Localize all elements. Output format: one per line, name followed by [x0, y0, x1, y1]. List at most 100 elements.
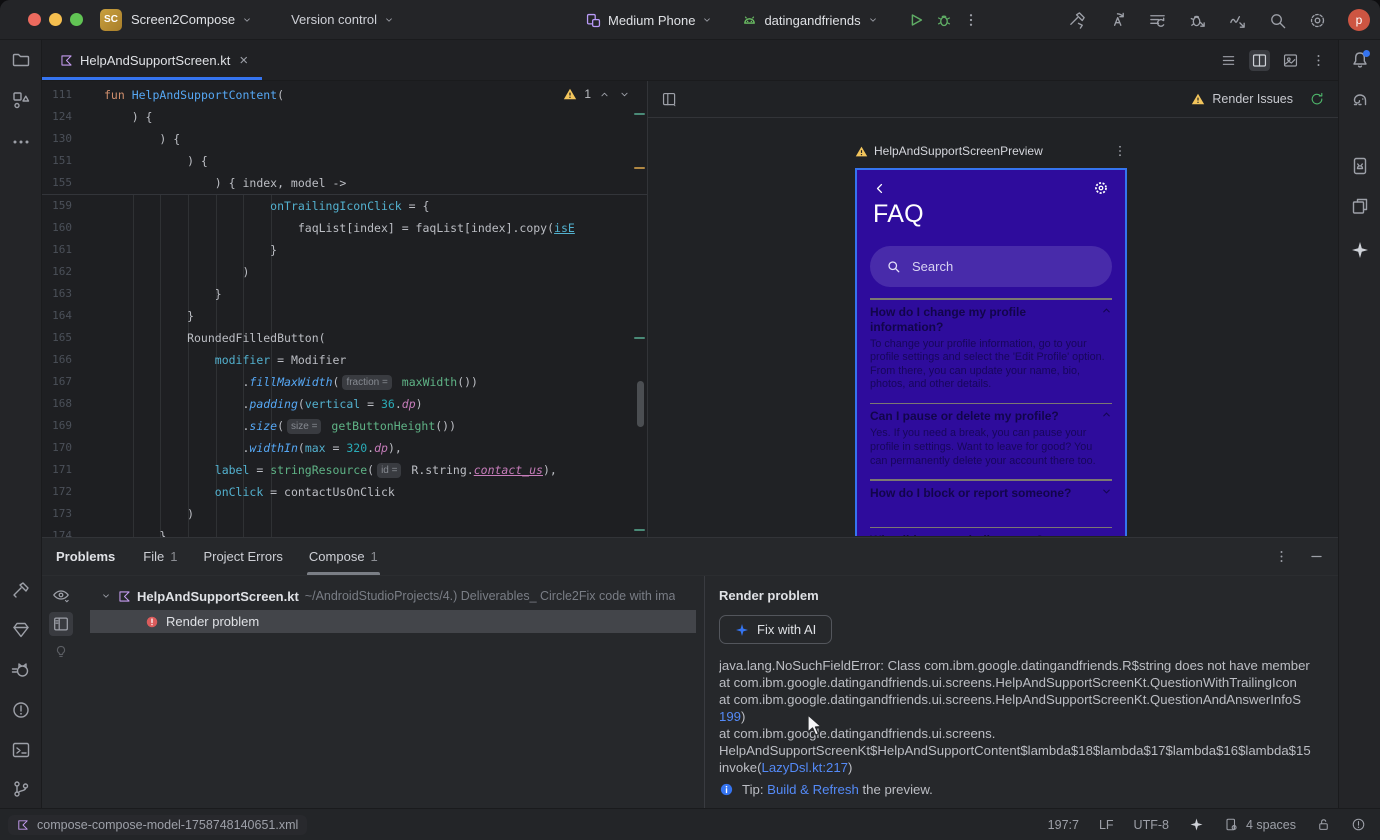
code-line[interactable]: 159 onTrailingIconClick = {: [42, 195, 647, 217]
view-options-eye-icon[interactable]: [52, 586, 70, 604]
notifications-button[interactable]: [1350, 50, 1370, 70]
device-manager-icon[interactable]: [1350, 156, 1370, 176]
editor-options-icon[interactable]: [1311, 53, 1326, 68]
debug-button[interactable]: [935, 11, 953, 29]
code-token: faqList[index] = faqList[index].copy(: [104, 221, 555, 235]
more-tool-windows-icon[interactable]: [11, 132, 31, 152]
file-encoding[interactable]: UTF-8: [1134, 818, 1169, 832]
tab-helpandsupportscreen[interactable]: HelpAndSupportScreen.kt ×: [42, 40, 263, 80]
code-token: ) { index, model ->: [104, 176, 347, 190]
problems-file-row[interactable]: HelpAndSupportScreen.kt ~/AndroidStudioP…: [80, 584, 704, 608]
code-token: onClick: [214, 485, 264, 499]
code-line[interactable]: 165 RoundedFilledButton(: [42, 327, 647, 349]
run-config-label: datingandfriends: [764, 12, 861, 28]
logcat-icon[interactable]: [11, 660, 31, 680]
vcs-menu[interactable]: Version control: [291, 12, 395, 27]
code-line[interactable]: 151 ) {: [42, 150, 647, 172]
resource-manager-icon[interactable]: [11, 90, 31, 110]
split-view-toggle[interactable]: [1249, 49, 1270, 71]
minimize-window-button[interactable]: [49, 13, 62, 26]
indent-widget[interactable]: 4 spaces: [1224, 817, 1296, 832]
render-problem-row[interactable]: Render problem: [90, 610, 696, 633]
rename-refactor-icon[interactable]: [1108, 11, 1127, 30]
caret-position[interactable]: 197:7: [1048, 818, 1079, 832]
layout-inspector-icon[interactable]: [1350, 196, 1370, 216]
code-line[interactable]: 164 }: [42, 305, 647, 327]
settings-gear-icon[interactable]: [1308, 11, 1327, 30]
preview-card-menu-icon[interactable]: [1113, 144, 1127, 158]
device-selector[interactable]: Medium Phone: [585, 12, 713, 29]
close-window-button[interactable]: [28, 13, 41, 26]
faq-question[interactable]: Why did my match disappear?: [870, 533, 1112, 536]
code-editor[interactable]: 1 111 fun HelpAndSupportContent(124 ) {13…: [42, 81, 648, 537]
code-line[interactable]: 160 faqList[index] = faqList[index].copy…: [42, 217, 647, 239]
render-issues-button[interactable]: Render Issues: [1191, 92, 1293, 106]
code-line[interactable]: 155 ) { index, model ->: [42, 172, 647, 194]
ai-assistant-icon[interactable]: [1189, 817, 1204, 832]
tab-compose[interactable]: Compose 1: [306, 538, 380, 575]
problems-status-icon[interactable]: [1351, 817, 1366, 832]
problems-tool-icon[interactable]: [11, 700, 31, 720]
code-line[interactable]: 169 .size(size = getButtonHeight()): [42, 415, 647, 437]
prev-issue-icon[interactable]: [598, 88, 611, 101]
next-issue-icon[interactable]: [618, 88, 631, 101]
preview-layout-icon[interactable]: [661, 91, 678, 108]
app-insights-icon[interactable]: [11, 620, 31, 640]
gemini-sparkle-icon[interactable]: [1350, 240, 1370, 260]
run-config-selector[interactable]: datingandfriends: [741, 12, 878, 29]
code-line[interactable]: 124 ) {: [42, 106, 647, 128]
user-avatar[interactable]: p: [1348, 9, 1370, 31]
code-line[interactable]: 166 modifier = Modifier: [42, 349, 647, 371]
code-line[interactable]: 167 .fillMaxWidth(fraction = maxWidth()): [42, 371, 647, 393]
code-line[interactable]: 170 .widthIn(max = 320.dp),: [42, 437, 647, 459]
git-tool-icon[interactable]: [11, 779, 31, 799]
build-tool-icon[interactable]: [11, 581, 31, 601]
faq-question[interactable]: Can I pause or delete my profile?: [870, 409, 1112, 424]
faq-question[interactable]: How do I change my profile information?: [870, 305, 1112, 335]
project-menu[interactable]: Screen2Compose: [131, 12, 253, 27]
gradle-icon[interactable]: [1350, 90, 1370, 110]
tree-file-name: HelpAndSupportScreen.kt: [137, 588, 299, 604]
build-run-icon[interactable]: [1068, 11, 1087, 30]
editor-scrollbar[interactable]: [637, 381, 644, 427]
hide-panel-icon[interactable]: [1309, 549, 1324, 564]
status-file-widget[interactable]: compose-compose-model-1758748140651.xml: [8, 814, 308, 835]
more-actions-icon[interactable]: [963, 12, 979, 28]
code-line[interactable]: 171 label = stringResource(id = R.string…: [42, 459, 647, 481]
code-line[interactable]: 161 }: [42, 239, 647, 261]
design-view-icon[interactable]: [1282, 52, 1299, 69]
preview-phone-frame[interactable]: FAQ Search How do I change my profile in…: [855, 168, 1127, 536]
task-list-icon[interactable]: [1148, 11, 1167, 30]
preview-toggle-button[interactable]: [49, 612, 73, 636]
tab-project-errors[interactable]: Project Errors: [203, 538, 282, 575]
code-line[interactable]: 163 }: [42, 283, 647, 305]
lightbulb-icon[interactable]: [53, 644, 69, 660]
code-line[interactable]: 130 ) {: [42, 128, 647, 150]
terminal-tool-icon[interactable]: [11, 740, 31, 760]
search-everywhere-icon[interactable]: [1268, 11, 1287, 30]
attach-debugger-icon[interactable]: [1188, 11, 1207, 30]
line-ending[interactable]: LF: [1099, 818, 1114, 832]
faq-question[interactable]: How do I block or report someone?: [870, 486, 1112, 501]
code-line[interactable]: 174 }: [42, 525, 647, 537]
fix-with-ai-button[interactable]: Fix with AI: [719, 615, 833, 644]
stack-trace-link[interactable]: LazyDsl.kt:217: [762, 760, 849, 775]
code-line[interactable]: 172 onClick = contactUsOnClick: [42, 481, 647, 503]
refresh-preview-icon[interactable]: [1309, 91, 1325, 107]
unlocked-icon[interactable]: [1316, 817, 1331, 832]
code-line[interactable]: 168 .padding(vertical = 36.dp): [42, 393, 647, 415]
zoom-window-button[interactable]: [70, 13, 83, 26]
code-line[interactable]: 162 ): [42, 261, 647, 283]
code-line[interactable]: 111 fun HelpAndSupportContent(: [42, 84, 647, 106]
run-button[interactable]: [907, 11, 925, 29]
tab-file[interactable]: File 1: [143, 538, 177, 575]
close-tab-icon[interactable]: ×: [239, 52, 248, 69]
code-line[interactable]: 173 ): [42, 503, 647, 525]
code-view-icon[interactable]: [1220, 52, 1237, 69]
stack-trace-link[interactable]: 199: [719, 709, 741, 724]
inspection-widget[interactable]: 1: [563, 87, 631, 101]
panel-options-icon[interactable]: [1274, 549, 1289, 564]
profiler-icon[interactable]: [1228, 11, 1247, 30]
project-folder-icon[interactable]: [11, 50, 31, 70]
build-refresh-link[interactable]: Build & Refresh: [767, 782, 859, 797]
